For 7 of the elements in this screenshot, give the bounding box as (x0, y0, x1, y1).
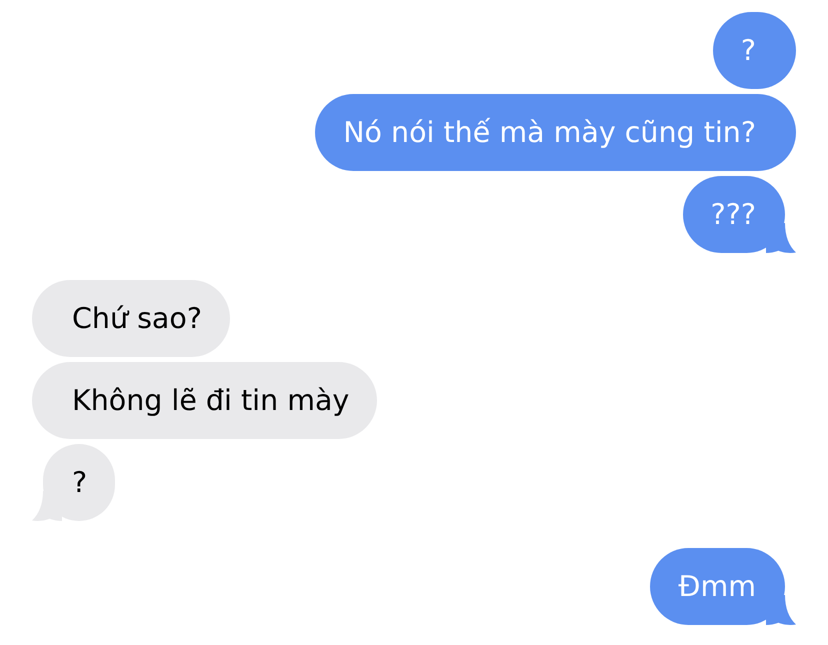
sent-message-bubble: Đmm (650, 548, 796, 625)
sent-message-bubble: ??? (682, 176, 796, 253)
sent-message-bubble: ? (712, 12, 796, 89)
received-message-bubble: ? (32, 444, 116, 521)
received-message-bubble: Chứ sao? (32, 280, 230, 357)
sent-message-bubble: Nó nói thế mà mày cũng tin? (315, 94, 796, 171)
received-message-bubble: Không lẽ đi tin mày (32, 362, 378, 439)
